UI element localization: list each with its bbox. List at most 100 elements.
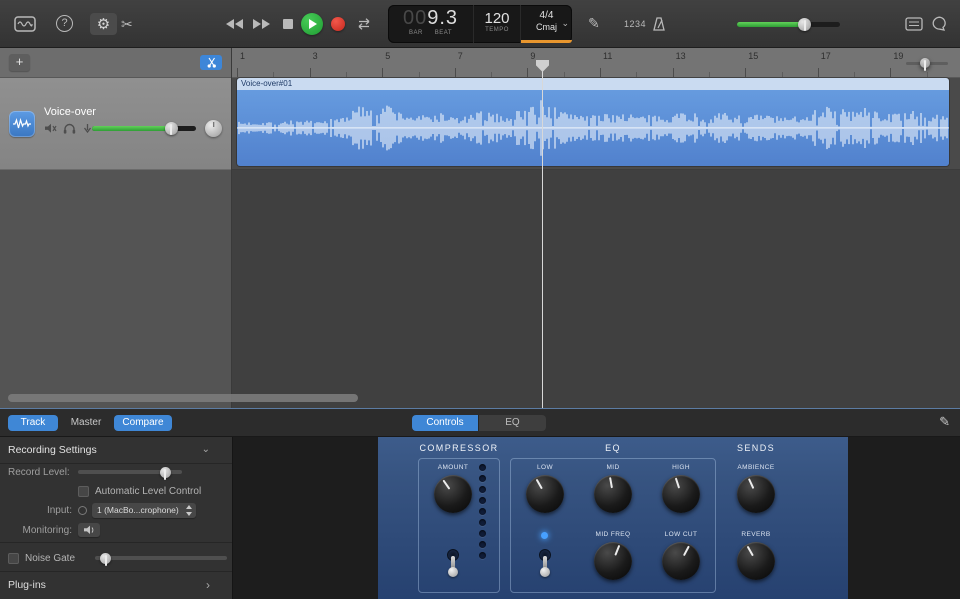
volume-fill (737, 22, 805, 27)
low-knob-label: LOW (537, 464, 553, 471)
settings-gear-icon[interactable]: ⚙ (90, 13, 117, 35)
stop-button[interactable] (283, 19, 293, 29)
sends-ambience-knob[interactable] (737, 475, 775, 513)
metronome-icon[interactable] (653, 17, 665, 31)
noise-gate-label: Noise Gate (25, 553, 75, 564)
noise-gate-checkbox[interactable] (8, 553, 19, 564)
automation-pencil-icon[interactable]: ✎ (588, 15, 600, 32)
workspace: + Voice-over (0, 48, 960, 408)
timeline-ruler[interactable]: 135791113151719 (232, 48, 960, 78)
ruler-tick (890, 68, 891, 77)
lcd-tempo-label: TEMPO (485, 27, 509, 33)
noise-gate-track (95, 556, 227, 560)
mute-button[interactable] (44, 121, 57, 139)
compressor-power-switch[interactable] (444, 539, 462, 579)
collapse-chevron-icon[interactable]: ⌄ (202, 444, 210, 455)
tab-master[interactable]: Master (62, 415, 110, 431)
eq-power-switch[interactable] (536, 539, 554, 579)
tab-controls[interactable]: Controls (412, 415, 478, 431)
rewind-button[interactable] (226, 19, 243, 29)
help-icon[interactable]: ? (56, 15, 73, 32)
ruler-tick (455, 68, 456, 77)
switch-tip (540, 567, 550, 577)
ruler-bar-label: 13 (676, 51, 686, 61)
inspector-tab-bar: Track Master Compare Controls EQ ✎ (0, 409, 960, 437)
lcd-position-section: 009.3 BARBEAT (388, 5, 474, 43)
eq-low-cut-knob[interactable] (662, 542, 700, 580)
lcd-display[interactable]: 009.3 BARBEAT 120 TEMPO 4/4 Cmaj ⌄ (388, 5, 572, 43)
recording-settings-panel: Recording Settings ⌄ Record Level: Autom… (0, 437, 233, 599)
sends-title: SENDS (737, 443, 775, 453)
ruler-tick (310, 68, 311, 77)
compressor-led (479, 475, 486, 482)
snip-at-playhead-button[interactable] (200, 55, 222, 70)
ruler-tick (745, 68, 746, 77)
noise-gate-knob[interactable] (100, 553, 111, 564)
audio-region[interactable]: Voice-over#01 (237, 78, 949, 166)
display-mode-icon[interactable] (905, 17, 923, 31)
ruler-tick (709, 72, 710, 77)
compressor-amount-knob[interactable] (434, 475, 472, 513)
track-volume-knob[interactable] (165, 122, 178, 135)
lcd-beat-label: BEAT (435, 30, 452, 36)
input-select[interactable]: 1 (MacBo...crophone) (92, 503, 196, 518)
tab-eq[interactable]: EQ (478, 415, 546, 431)
solo-headphones-button[interactable] (63, 121, 76, 139)
noise-gate-slider[interactable] (95, 552, 227, 564)
record-button[interactable] (331, 17, 345, 31)
chevron-down-icon[interactable]: ⌄ (561, 18, 569, 29)
compare-button[interactable]: Compare (114, 415, 172, 431)
region-name: Voice-over#01 (237, 78, 949, 90)
zoom-knob[interactable] (920, 58, 930, 68)
ruler-tick (636, 72, 637, 77)
playhead-line (542, 60, 543, 408)
eq-low-knob[interactable] (526, 475, 564, 513)
horizontal-scrollbar[interactable] (8, 394, 358, 402)
add-track-button[interactable]: + (9, 54, 30, 71)
forward-button[interactable] (253, 19, 270, 29)
ruler-tick (382, 68, 383, 77)
track-name: Voice-over (44, 106, 96, 118)
play-icon (309, 19, 317, 29)
record-level-label: Record Level: (8, 467, 70, 478)
cycle-button[interactable] (355, 18, 373, 30)
gain-reduction-meter (479, 464, 486, 563)
scissors-icon[interactable]: ✂ (121, 16, 133, 33)
ruler-bar-label: 19 (893, 51, 903, 61)
count-in-button[interactable]: 1234 (624, 19, 646, 29)
arrange-area[interactable]: 135791113151719 Voice-over#01 (232, 48, 960, 408)
pencil-icon[interactable]: ✎ (939, 414, 950, 430)
eq-mid-freq-knob[interactable] (594, 542, 632, 580)
divider (0, 571, 232, 572)
zoom-slider[interactable] (906, 58, 948, 68)
volume-knob[interactable] (798, 18, 811, 31)
record-level-knob[interactable] (160, 467, 171, 478)
input-label: Input: (0, 505, 72, 516)
ruler-tick (782, 72, 783, 77)
master-volume-slider[interactable] (737, 17, 840, 31)
play-button[interactable] (301, 13, 323, 35)
track-row-voice-over[interactable]: Voice-over (0, 78, 231, 170)
quick-help-bubble-icon[interactable] (932, 16, 948, 31)
record-level-slider[interactable] (78, 466, 182, 478)
compressor-led (479, 530, 486, 537)
ruler-bar-label: 9 (530, 51, 535, 61)
track-header-panel: + Voice-over (0, 48, 232, 408)
eq-mid-knob[interactable] (594, 475, 632, 513)
pan-knob[interactable] (205, 120, 222, 137)
project-chooser-icon[interactable] (14, 16, 36, 32)
eq-high-knob[interactable] (662, 475, 700, 513)
plugins-chevron-icon[interactable]: › (206, 578, 210, 592)
auto-level-checkbox[interactable] (78, 486, 89, 497)
monitoring-label: Monitoring: (0, 525, 72, 536)
track-volume-slider[interactable] (92, 122, 196, 135)
tab-track[interactable]: Track (8, 415, 58, 431)
amount-knob-label: AMOUNT (438, 464, 469, 471)
monitoring-button[interactable] (78, 523, 100, 537)
input-format-icon[interactable] (78, 506, 87, 515)
compressor-led (479, 552, 486, 559)
controls-eq-segment: Controls EQ (412, 415, 546, 431)
reverb-knob-label: REVERB (741, 531, 770, 538)
sends-reverb-knob[interactable] (737, 542, 775, 580)
ruler-bar-label: 11 (603, 51, 612, 61)
